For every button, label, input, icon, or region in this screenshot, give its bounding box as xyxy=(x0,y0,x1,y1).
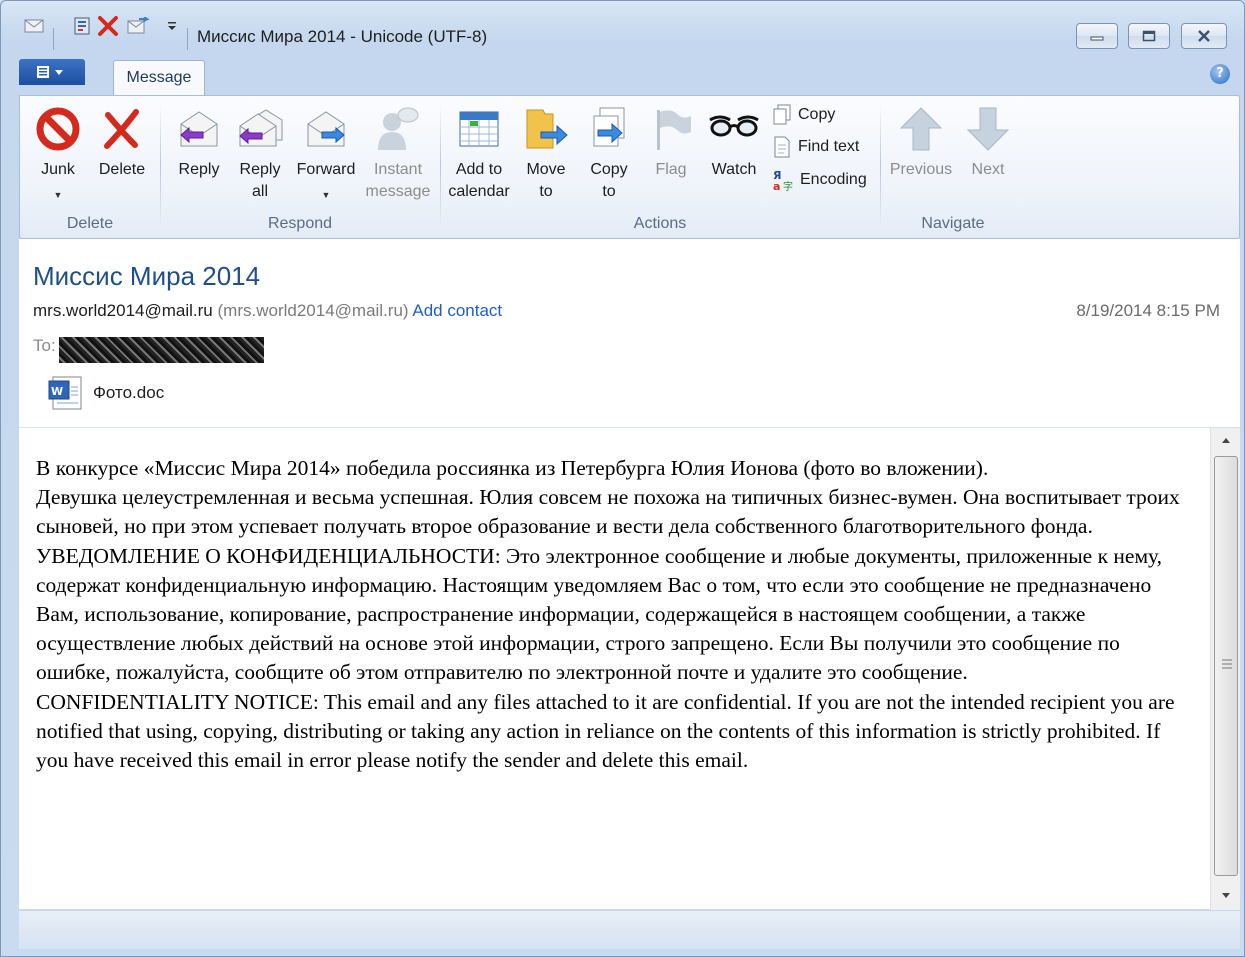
forward-button[interactable]: Forward ▼ xyxy=(292,96,360,208)
word-document-icon: W xyxy=(48,376,82,410)
previous-label: Previous xyxy=(889,161,953,178)
group-label-delete: Delete xyxy=(66,215,114,232)
encoding-button[interactable]: Яa字 Encoding xyxy=(772,169,867,191)
reply-all-label: Reply all xyxy=(239,161,281,200)
scroll-down-arrow-icon[interactable] xyxy=(1221,892,1231,900)
title-bar: Миссис Мира 2014 - Unicode (UTF-8) xyxy=(1,1,1244,50)
scroll-grip-icon xyxy=(1222,659,1232,669)
message-date: 8/19/2014 8:15 PM xyxy=(1076,301,1220,320)
copy-button[interactable]: Copy xyxy=(772,104,835,126)
attachment-item[interactable]: W Фото.doc xyxy=(47,373,164,413)
body-paragraph: УВЕДОМЛЕНИЕ О КОНФИДЕНЦИАЛЬНОСТИ: Это эл… xyxy=(36,543,1163,685)
send-receive-icon[interactable] xyxy=(127,15,149,37)
calendar-icon xyxy=(456,106,502,157)
redacted-recipient xyxy=(59,337,264,363)
body-paragraph: Девушка целеустремленная и весьма успешн… xyxy=(36,485,1180,539)
add-contact-link[interactable]: Add contact xyxy=(412,301,502,320)
body-paragraph: CONFIDENTIALITY NOTICE: This email and a… xyxy=(36,689,1175,773)
reply-button[interactable]: Reply xyxy=(168,96,230,208)
quick-delete-icon[interactable] xyxy=(97,15,119,37)
scrollbar-thumb[interactable] xyxy=(1214,456,1238,876)
body-paragraph: В конкурсе «Миссис Мира 2014» победила р… xyxy=(36,456,989,480)
mail-window: Миссис Мира 2014 - Unicode (UTF-8) Messa… xyxy=(0,0,1245,957)
copy-label: Copy xyxy=(798,106,836,123)
forward-icon xyxy=(302,106,350,157)
next-button[interactable]: Next xyxy=(958,96,1018,208)
copy-icon xyxy=(773,104,791,125)
flag-button[interactable]: Flag xyxy=(642,96,700,208)
copy-to-icon xyxy=(586,106,632,159)
previous-button[interactable]: Previous xyxy=(884,96,958,208)
flag-label: Flag xyxy=(655,161,687,178)
junk-label: Junk xyxy=(41,161,75,178)
move-to-button[interactable]: Move to xyxy=(514,96,578,208)
attachment-name: Фото.doc xyxy=(93,383,165,402)
reply-all-button[interactable]: Reply all xyxy=(230,96,290,208)
message-header: Миссис Мира 2014 mrs.world2014@mail.ru (… xyxy=(19,239,1240,427)
message-subject: Миссис Мира 2014 xyxy=(33,261,261,291)
junk-button[interactable]: Junk ▼ xyxy=(24,96,92,208)
print-icon[interactable] xyxy=(71,15,93,37)
scroll-up-arrow-icon[interactable] xyxy=(1221,436,1231,444)
instant-message-label: Instant message xyxy=(365,161,431,200)
add-to-calendar-button[interactable]: Add to calendar xyxy=(444,96,514,208)
maximize-button[interactable] xyxy=(1128,23,1170,49)
watch-button[interactable]: Watch xyxy=(702,96,766,208)
sender-address: (mrs.world2014@mail.ru) xyxy=(217,301,409,320)
reply-label: Reply xyxy=(178,161,220,178)
instant-message-icon xyxy=(376,106,420,159)
vertical-scrollbar[interactable] xyxy=(1210,428,1240,910)
group-label-actions: Actions xyxy=(633,215,687,232)
reply-all-icon xyxy=(234,106,286,157)
reply-icon xyxy=(175,106,223,157)
delete-icon xyxy=(99,106,145,159)
forward-label: Forward xyxy=(296,161,356,178)
help-icon[interactable]: ? xyxy=(1210,64,1230,84)
copy-to-label: Copy to xyxy=(590,161,628,200)
junk-dropdown-arrow-icon: ▼ xyxy=(53,190,63,200)
add-to-calendar-label: Add to calendar xyxy=(448,161,510,200)
customize-toolbar-chevron-icon[interactable] xyxy=(161,15,183,37)
group-label-respond: Respond xyxy=(267,215,333,232)
close-button[interactable] xyxy=(1181,23,1227,49)
app-menu-button[interactable] xyxy=(19,59,85,85)
copy-to-button[interactable]: Copy to xyxy=(578,96,640,208)
window-title: Миссис Мира 2014 - Unicode (UTF-8) xyxy=(197,27,488,46)
svg-text:a: a xyxy=(773,180,780,191)
sender-name: mrs.world2014@mail.ru xyxy=(33,301,213,320)
status-bar xyxy=(19,911,1240,949)
ribbon: Junk ▼ Delete Delete Reply Reply all For… xyxy=(19,95,1240,239)
delete-label: Delete xyxy=(98,161,146,178)
group-label-navigate: Navigate xyxy=(921,215,985,232)
move-to-folder-icon xyxy=(523,106,569,159)
message-body-pane[interactable]: В конкурсе «Миссис Мира 2014» победила р… xyxy=(19,427,1240,910)
next-label: Next xyxy=(971,161,1005,178)
find-text-label: Find text xyxy=(798,138,860,155)
encoding-label: Encoding xyxy=(800,171,867,188)
watch-glasses-icon xyxy=(708,112,760,149)
move-to-label: Move to xyxy=(526,161,566,200)
arrow-up-icon xyxy=(899,106,943,159)
watch-label: Watch xyxy=(711,161,757,178)
encoding-icon: Яa 字 xyxy=(773,169,793,191)
to-label: To: xyxy=(33,336,56,355)
delete-button[interactable]: Delete xyxy=(90,96,154,208)
find-text-icon xyxy=(774,136,790,158)
message-from: mrs.world2014@mail.ru (mrs.world2014@mai… xyxy=(33,301,502,321)
message-body: В конкурсе «Миссис Мира 2014» победила р… xyxy=(36,454,1196,775)
find-text-button[interactable]: Find text xyxy=(772,136,859,158)
junk-icon xyxy=(35,106,81,159)
arrow-down-icon xyxy=(966,106,1010,159)
forward-dropdown-arrow-icon: ▼ xyxy=(321,190,331,200)
flag-icon xyxy=(649,106,693,159)
minimize-button[interactable] xyxy=(1076,23,1118,49)
svg-text:字: 字 xyxy=(783,180,793,191)
mail-envelope-icon[interactable] xyxy=(23,15,45,37)
instant-message-button[interactable]: Instant message xyxy=(362,96,434,208)
svg-text:W: W xyxy=(51,385,63,398)
tab-message[interactable]: Message xyxy=(113,60,205,96)
